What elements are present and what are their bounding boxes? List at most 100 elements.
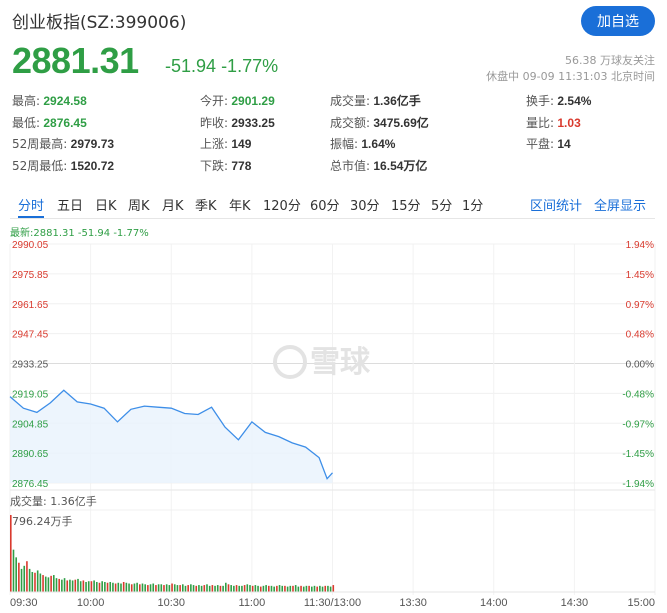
volume-bar <box>96 581 98 592</box>
volume-bar <box>50 575 52 592</box>
volume-bar <box>36 570 39 592</box>
volume-bar <box>63 578 66 592</box>
volume-bar <box>12 549 15 592</box>
volume-bar <box>139 584 141 592</box>
volume-bar <box>117 582 120 592</box>
volume-bar <box>47 577 50 592</box>
volume-bar <box>211 585 214 592</box>
x-tick: 10:00 <box>77 597 105 609</box>
volume-bar <box>147 585 149 592</box>
volume-bar <box>112 582 114 592</box>
volume-bar <box>82 580 85 592</box>
x-tick: 11:30/13:00 <box>304 597 361 609</box>
y-tick-left: 2933.25 <box>12 360 49 371</box>
volume-bar <box>157 584 160 592</box>
y-tick-left: 2975.85 <box>12 270 49 281</box>
volume-bar <box>26 561 28 592</box>
volume-bar <box>238 585 241 592</box>
volume-bar <box>262 585 265 592</box>
volume-bar <box>219 585 222 592</box>
volume-bar <box>114 583 117 592</box>
volume-bar <box>243 585 246 592</box>
volume-title: 成交量: 1.36亿手 <box>10 495 97 508</box>
volume-bar <box>71 580 74 592</box>
volume-bar <box>42 575 44 592</box>
volume-bar <box>155 585 157 592</box>
y-tick-right: 0.97% <box>626 300 654 311</box>
y-tick-left: 2890.65 <box>12 449 49 460</box>
volume-bar <box>319 585 321 592</box>
volume-bar <box>163 585 165 592</box>
y-tick-left: 2947.45 <box>12 330 49 341</box>
y-tick-left: 2919.05 <box>12 389 49 400</box>
volume-bar <box>294 585 297 592</box>
volume-bar <box>122 581 125 592</box>
y-tick-left: 2876.45 <box>12 479 49 490</box>
volume-bar <box>251 585 254 592</box>
volume-bar <box>235 585 238 592</box>
volume-bar <box>74 579 77 592</box>
y-tick-right: 0.48% <box>626 330 654 341</box>
volume-bar <box>216 585 219 592</box>
volume-bar <box>85 581 87 592</box>
volume-bar <box>286 586 289 592</box>
volume-bar <box>31 571 34 592</box>
volume-bar <box>104 581 106 592</box>
volume-bar <box>281 585 284 592</box>
volume-bar <box>246 584 249 592</box>
volume-bar <box>20 568 23 592</box>
volume-bar <box>58 578 60 592</box>
volume-bar <box>305 585 308 592</box>
volume-bar <box>278 585 281 592</box>
volume-bar <box>23 565 26 592</box>
volume-bar <box>308 585 310 592</box>
intraday-chart: 雪球 2990.05 2975.85 2961.65 2947.45 2933.25 291… <box>9 240 656 609</box>
volume-bar <box>222 585 224 592</box>
volume-bar <box>289 585 292 592</box>
volume-bar <box>200 585 203 592</box>
volume-bar <box>214 585 216 592</box>
volume-bar <box>168 585 171 592</box>
watermark-icon <box>273 345 307 379</box>
volume-bar <box>241 585 243 592</box>
volume-bar <box>136 582 138 592</box>
volume-bar <box>329 586 332 592</box>
volume-bar <box>39 573 42 592</box>
volume-bar <box>144 584 146 592</box>
x-tick: 14:30 <box>561 597 589 609</box>
volume-bar <box>249 585 251 592</box>
volume-bar <box>321 586 324 592</box>
volume-bar <box>265 585 267 592</box>
volume-bar <box>268 585 270 592</box>
volume-bar <box>87 581 90 592</box>
volume-bar <box>53 575 55 592</box>
volume-bar <box>292 585 294 592</box>
y-tick-left: 2990.05 <box>12 240 49 251</box>
volume-bar <box>192 585 195 592</box>
volume-bar <box>233 585 235 592</box>
x-tick: 11:00 <box>239 597 266 609</box>
volume-bar <box>165 584 168 592</box>
x-tick: 15:00 <box>627 597 655 609</box>
volume-bar <box>44 576 47 592</box>
x-tick: 09:30 <box>10 597 38 609</box>
volume-bar <box>311 586 313 592</box>
volume-bar <box>120 583 122 592</box>
volume-bar <box>184 585 187 592</box>
volume-bar <box>106 582 109 592</box>
volume-bar <box>276 585 278 592</box>
volume-bar <box>15 557 17 592</box>
volume-bar <box>66 580 69 592</box>
volume-bar <box>18 562 20 592</box>
y-tick-left: 2904.85 <box>12 419 49 430</box>
volume-bar <box>254 585 257 592</box>
volume-bar <box>98 582 101 592</box>
y-tick-right: 0.00% <box>626 360 654 371</box>
volume-bar <box>152 583 155 592</box>
volume-bar <box>203 585 206 592</box>
volume-bar <box>128 583 130 592</box>
x-tick: 14:00 <box>480 597 508 609</box>
volume-bar <box>259 586 262 592</box>
y-tick-right: -1.45% <box>622 449 654 460</box>
volume-bar <box>316 586 318 592</box>
